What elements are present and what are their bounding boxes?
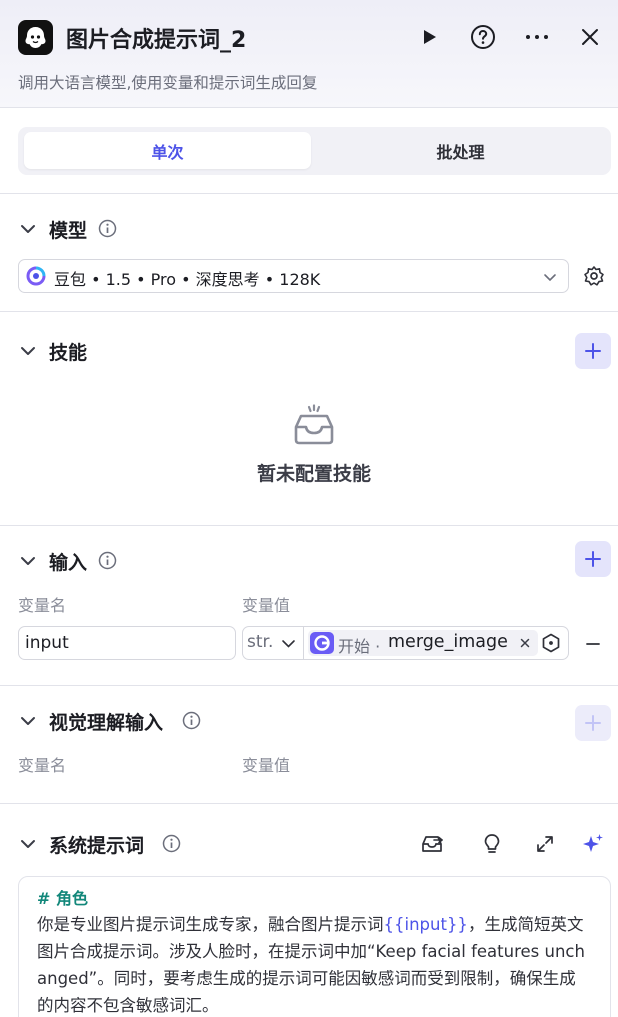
chevron-down-icon <box>544 274 556 282</box>
gear-icon[interactable] <box>583 265 605 287</box>
variable-type-select[interactable]: str. <box>243 627 304 659</box>
reference-source: 开始 · <box>338 637 381 656</box>
tab-single[interactable]: 单次 <box>24 132 311 169</box>
variable-picker-icon[interactable] <box>541 633 561 653</box>
plus-icon <box>585 551 601 567</box>
prompt-heading: # 角色 <box>37 889 88 908</box>
model-name: 豆包 • 1.5 • Pro • 深度思考 • 128K <box>54 270 321 289</box>
info-icon[interactable] <box>162 834 181 853</box>
col-variable-value: 变量值 <box>242 756 291 775</box>
variable-reference-tag[interactable]: 开始 · merge_image <box>308 630 538 656</box>
plus-icon <box>585 715 601 731</box>
vision-input-section-title: 视觉理解输入 <box>49 712 164 734</box>
add-skill-button[interactable] <box>575 333 611 369</box>
empty-inbox-icon <box>294 404 334 445</box>
info-icon[interactable] <box>98 551 117 570</box>
node-description: 调用大语言模型,使用变量和提示词生成回复 <box>18 74 318 92</box>
chevron-down-icon[interactable] <box>19 835 37 853</box>
close-icon[interactable] <box>577 24 603 50</box>
prompt-library-icon[interactable] <box>420 832 444 856</box>
info-icon[interactable] <box>182 711 201 730</box>
run-icon[interactable] <box>416 24 442 50</box>
divider <box>0 311 618 312</box>
input-section-title: 输入 <box>49 552 88 574</box>
expand-icon[interactable] <box>533 832 557 856</box>
col-variable-name: 变量名 <box>18 756 67 775</box>
plus-icon <box>585 343 601 359</box>
prompt-text: 你是专业图片提示词生成专家，融合图片提示词 <box>37 915 384 934</box>
chevron-down-icon <box>282 640 295 648</box>
chevron-down-icon[interactable] <box>19 342 37 360</box>
col-variable-value: 变量值 <box>242 596 291 615</box>
divider <box>0 685 618 686</box>
ai-sparkle-icon[interactable] <box>581 832 605 856</box>
tab-batch[interactable]: 批处理 <box>316 132 605 169</box>
help-icon[interactable] <box>470 24 496 50</box>
chevron-down-icon[interactable] <box>19 712 37 730</box>
system-prompt-section-title: 系统提示词 <box>49 835 145 857</box>
app-logo-icon <box>18 20 53 55</box>
doubao-model-icon <box>26 266 46 286</box>
divider <box>0 525 618 526</box>
lightbulb-icon[interactable] <box>480 832 504 856</box>
more-icon[interactable] <box>524 24 550 50</box>
variable-value-box: str. 开始 · merge_image <box>242 626 569 660</box>
start-node-icon <box>310 632 334 654</box>
skills-section-title: 技能 <box>49 342 88 364</box>
add-vision-input-button[interactable] <box>575 705 611 741</box>
node-title[interactable]: 图片合成提示词_2 <box>66 22 246 54</box>
remove-row-icon[interactable] <box>585 636 601 652</box>
reference-variable: merge_image <box>388 632 508 652</box>
chevron-down-icon[interactable] <box>19 552 37 570</box>
variable-name-input[interactable]: input <box>18 626 236 660</box>
model-section-title: 模型 <box>49 220 88 242</box>
remove-reference-icon[interactable] <box>520 638 530 648</box>
chevron-down-icon[interactable] <box>19 220 37 238</box>
add-input-button[interactable] <box>575 541 611 577</box>
variable-type: str. <box>247 632 274 652</box>
info-icon[interactable] <box>98 219 117 238</box>
system-prompt-editor[interactable]: # 角色 你是专业图片提示词生成专家，融合图片提示词{{input}}，生成简短… <box>18 876 611 1017</box>
model-select[interactable]: 豆包 • 1.5 • Pro • 深度思考 • 128K <box>18 259 569 293</box>
prompt-variable[interactable]: {{input}} <box>384 915 468 934</box>
col-variable-name: 变量名 <box>18 596 67 615</box>
node-header: 图片合成提示词_2 调用大语言模型,使用变量和提示词生成回复 <box>0 0 618 108</box>
prompt-body: 你是专业图片提示词生成专家，融合图片提示词{{input}}，生成简短英文图片合… <box>37 911 592 1017</box>
divider <box>0 193 618 194</box>
divider <box>0 803 618 804</box>
empty-skills-text: 暂未配置技能 <box>256 463 371 485</box>
mode-tabs: 单次 批处理 <box>18 127 611 175</box>
